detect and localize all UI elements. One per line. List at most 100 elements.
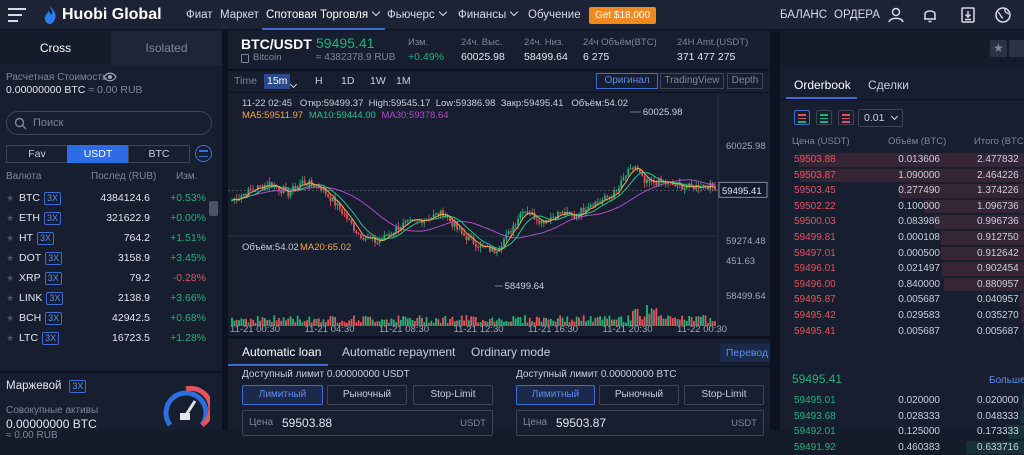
star-icon[interactable]: ★ [6, 188, 14, 208]
interval-1[interactable]: H [312, 74, 326, 89]
ob-total: 0.633716 [977, 441, 1019, 453]
ask-row[interactable]: 59496.00 0.840000 0.880957 [782, 277, 1024, 293]
market-row[interactable]: ★ HT 3X 764.2 +1.51% [0, 228, 222, 248]
ob-mode-asks-icon[interactable] [838, 110, 854, 125]
nav-item-1[interactable]: Маркет [220, 0, 259, 30]
bid-row[interactable]: 59493.68 0.028333 0.048333 [782, 409, 1024, 425]
precision-select[interactable]: 0.01 [858, 109, 903, 127]
nav-item-4[interactable]: Финансы [458, 0, 519, 30]
bid-row[interactable]: 59492.01 0.125000 0.173333 [782, 424, 1024, 440]
bell-icon[interactable] [921, 6, 939, 24]
ob-mode-both-icon[interactable] [794, 110, 810, 125]
market-row[interactable]: ★ XRP 3X 79.2 -0.28% [0, 268, 222, 288]
tab-isolated[interactable]: Isolated [111, 31, 222, 65]
ob-volume: 0.013606 [898, 154, 940, 165]
bid-row[interactable]: 59495.01 0.020000 0.020000 [782, 393, 1024, 409]
ask-row[interactable]: 59497.01 0.000500 0.912642 [782, 246, 1024, 262]
ask-row[interactable]: 59495.41 0.005687 0.005687 [782, 324, 1024, 340]
ask-row[interactable]: 59503.88 0.013606 2.477832 [782, 152, 1024, 168]
star-icon[interactable]: ★ [6, 328, 14, 348]
search-box[interactable]: Поиск [6, 111, 212, 135]
promo-button[interactable]: Get $18,000 [589, 7, 657, 24]
eye-icon[interactable] [103, 71, 117, 83]
sell-stop-limit-button[interactable]: Stop-Limit [684, 385, 764, 405]
balance-link[interactable]: БАЛАНС [780, 0, 827, 30]
star-icon[interactable]: ★ [990, 40, 1007, 57]
buy-price-input[interactable]: 59503.88 [282, 416, 332, 430]
buy-price-field[interactable]: Цена 59503.88 USDT [242, 410, 493, 436]
menu-icon[interactable] [8, 8, 26, 22]
col-change[interactable]: Изм. [176, 171, 197, 182]
tab-automatic-repayment[interactable]: Automatic repayment [342, 345, 455, 359]
view-depth[interactable]: Depth [727, 73, 763, 89]
buy-limit-button[interactable]: Лимитный [242, 385, 323, 405]
view-tradingview[interactable]: TradingView [660, 73, 724, 89]
tab-cross[interactable]: Cross [0, 31, 111, 65]
candle-body [249, 188, 252, 190]
sell-limit-button[interactable]: Лимитный [516, 385, 595, 405]
market-row[interactable]: ★ ETH 3X 321622.9 +0.00% [0, 208, 222, 228]
ask-row[interactable]: 59495.42 0.029583 0.035270 [782, 308, 1024, 324]
tab-trades[interactable]: Сделки [868, 78, 909, 92]
filter-settings-icon[interactable] [195, 145, 212, 162]
bid-row[interactable]: 59491.92 0.460383 0.633716 [782, 440, 1024, 455]
star-icon[interactable]: ★ [6, 268, 14, 288]
ask-row[interactable]: 59495.87 0.005687 0.040957 [782, 292, 1024, 308]
pair-name[interactable]: BTC/USDT [241, 36, 312, 52]
ask-row[interactable]: 59503.87 1.090000 2.464226 [782, 168, 1024, 184]
nav-item-0[interactable]: Фиат [186, 0, 213, 30]
view-original[interactable]: Оригинал [596, 73, 658, 89]
search-input[interactable]: Поиск [33, 117, 63, 129]
ask-row[interactable]: 59503.45 0.277490 1.374226 [782, 183, 1024, 199]
nav-item-5[interactable]: Обучение [528, 0, 581, 30]
market-row[interactable]: ★ BTC 3X 4384124.6 +0.53% [0, 188, 222, 208]
brand-name[interactable]: Huobi Global [62, 4, 162, 26]
market-row[interactable]: ★ DOT 3X 3158.9 +3.45% [0, 248, 222, 268]
nav-item-2[interactable]: Спотовая Торговля [262, 0, 386, 30]
col-currency[interactable]: Валюта [6, 171, 41, 182]
market-scrollbar[interactable] [209, 201, 218, 216]
ask-row[interactable]: 59502.22 0.100000 1.096736 [782, 199, 1024, 215]
candle-body [510, 231, 512, 233]
nav-item-3[interactable]: Фьючерс [387, 0, 447, 30]
tab-automatic-loan[interactable]: Automatic loan [242, 345, 321, 359]
interval-4[interactable]: 1M [393, 74, 414, 89]
user-icon[interactable] [887, 6, 905, 24]
sell-price-field[interactable]: Цена 59503.87 USDT [516, 410, 764, 436]
market-row[interactable]: ★ LTC 3X 16723.5 +1.28% [0, 328, 222, 348]
chevron-down-icon[interactable] [289, 80, 298, 89]
buy-market-button[interactable]: Рыночный [327, 385, 407, 405]
ob-price: 59492.01 [794, 426, 836, 438]
tab-orderbook[interactable]: Orderbook [794, 78, 851, 92]
interval-0[interactable]: 15m [264, 74, 291, 89]
globe-icon[interactable] [994, 6, 1012, 24]
star-icon[interactable]: ★ [6, 228, 14, 248]
filter-fav[interactable]: Fav [6, 145, 68, 163]
ask-row[interactable]: 59496.01 0.021497 0.902454 [782, 261, 1024, 277]
filter-btc[interactable]: BTC [128, 145, 190, 163]
volume-bar [667, 315, 669, 326]
ob-mode-bids-icon[interactable] [816, 110, 832, 125]
star-icon[interactable]: ★ [6, 248, 14, 268]
filter-usdt[interactable]: USDT [67, 145, 129, 163]
star-icon[interactable]: ★ [6, 208, 14, 228]
sell-market-button[interactable]: Рыночный [599, 385, 679, 405]
orders-link[interactable]: ОРДЕРА [834, 0, 880, 30]
candlestick-chart[interactable]: 60025.98 59274.48 58499.64 59495.41 60025.98… [228, 93, 780, 336]
col-last[interactable]: Послед (RUB) [91, 171, 156, 182]
sell-price-input[interactable]: 59503.87 [556, 416, 606, 430]
ask-row[interactable]: 59499.81 0.000108 0.912750 [782, 230, 1024, 246]
star-icon[interactable]: ★ [6, 308, 14, 328]
download-icon[interactable] [959, 6, 977, 24]
star-icon[interactable]: ★ [6, 288, 14, 308]
market-row[interactable]: ★ LINK 3X 2138.9 +3.66% [0, 288, 222, 308]
ask-row[interactable]: 59500.03 0.083986 0.996736 [782, 214, 1024, 230]
buy-stop-limit-button[interactable]: Stop-Limit [413, 385, 493, 405]
settings-icon[interactable] [1009, 40, 1024, 57]
interval-3[interactable]: 1W [367, 74, 389, 89]
transfer-link[interactable]: Перевод [720, 344, 774, 362]
market-row[interactable]: ★ BCH 3X 42942.5 +0.68% [0, 308, 222, 328]
ob-more-link[interactable]: Больше [989, 375, 1024, 386]
interval-2[interactable]: 1D [338, 74, 357, 89]
tab-ordinary-mode[interactable]: Ordinary mode [471, 345, 550, 359]
